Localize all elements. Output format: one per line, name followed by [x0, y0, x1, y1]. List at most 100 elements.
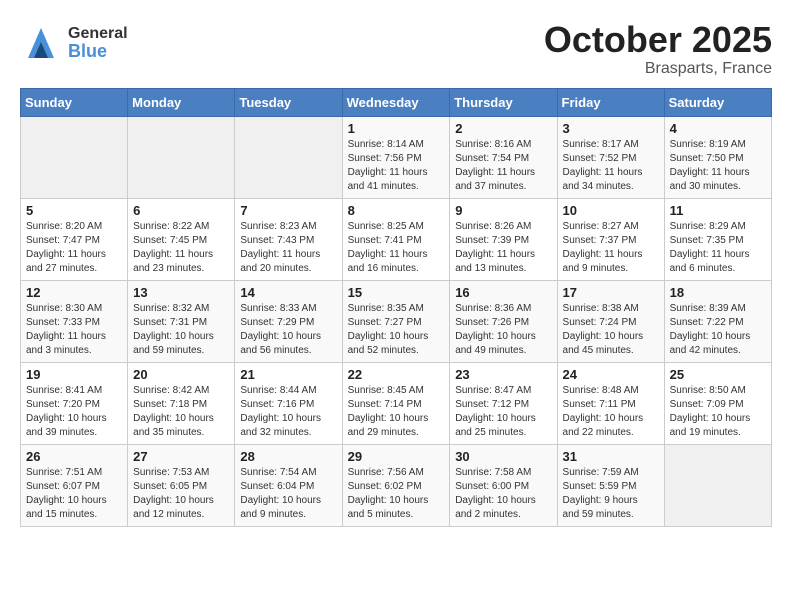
calendar-cell: 18 Sunrise: 8:39 AM Sunset: 7:22 PM Dayli…	[664, 280, 771, 362]
calendar-cell: 20Sunrise: 8:42 AM Sunset: 7:18 PM Dayli…	[128, 362, 235, 444]
calendar-week-row: 12 Sunrise: 8:30 AM Sunset: 7:33 PM Dayli…	[21, 280, 772, 362]
calendar-cell: 15 Sunrise: 8:35 AM Sunset: 7:27 PM Dayli…	[342, 280, 450, 362]
day-number: 24	[563, 367, 659, 382]
day-info: Sunrise: 8:26 AM Sunset: 7:39 PM Dayligh…	[455, 220, 551, 276]
calendar-cell: 8Sunrise: 8:25 AM Sunset: 7:41 PM Daylig…	[342, 198, 450, 280]
day-info: Sunrise: 8:16 AM Sunset: 7:54 PM Dayligh…	[455, 138, 551, 194]
calendar-week-row: 5 Sunrise: 8:20 AM Sunset: 7:47 PM Daylig…	[21, 198, 772, 280]
calendar-cell: 23Sunrise: 8:47 AM Sunset: 7:12 PM Dayli…	[450, 362, 557, 444]
day-info: Sunrise: 8:29 AM Sunset: 7:35 PM Dayligh…	[670, 220, 766, 276]
day-info: Sunrise: 8:33 AM Sunset: 7:29 PM Dayligh…	[240, 302, 336, 358]
calendar-cell: 12 Sunrise: 8:30 AM Sunset: 7:33 PM Dayli…	[21, 280, 128, 362]
calendar-cell: 29 Sunrise: 7:56 AM Sunset: 6:02 PM Dayli…	[342, 444, 450, 526]
day-info: Sunrise: 7:51 AM Sunset: 6:07 PM Dayligh…	[26, 466, 122, 522]
calendar-cell: 6Sunrise: 8:22 AM Sunset: 7:45 PM Daylig…	[128, 198, 235, 280]
day-info: Sunrise: 8:45 AM Sunset: 7:14 PM Dayligh…	[348, 384, 445, 440]
calendar-cell	[21, 116, 128, 198]
title-block: October 2025 Brasparts, France	[544, 20, 772, 78]
weekday-header: Monday	[128, 88, 235, 116]
day-number: 1	[348, 121, 445, 136]
day-number: 7	[240, 203, 336, 218]
calendar-cell: 24 Sunrise: 8:48 AM Sunset: 7:11 PM Dayli…	[557, 362, 664, 444]
logo-blue: Blue	[68, 42, 128, 60]
day-info: Sunrise: 8:27 AM Sunset: 7:37 PM Dayligh…	[563, 220, 659, 276]
day-number: 25	[670, 367, 766, 382]
day-number: 13	[133, 285, 229, 300]
calendar-cell: 16Sunrise: 8:36 AM Sunset: 7:26 PM Dayli…	[450, 280, 557, 362]
calendar-cell: 17Sunrise: 8:38 AM Sunset: 7:24 PM Dayli…	[557, 280, 664, 362]
logo: General Blue	[20, 20, 128, 65]
day-number: 14	[240, 285, 336, 300]
calendar-week-row: 26 Sunrise: 7:51 AM Sunset: 6:07 PM Dayli…	[21, 444, 772, 526]
day-number: 16	[455, 285, 551, 300]
month-title: October 2025	[544, 20, 772, 60]
day-info: Sunrise: 8:41 AM Sunset: 7:20 PM Dayligh…	[26, 384, 122, 440]
calendar-cell: 25 Sunrise: 8:50 AM Sunset: 7:09 PM Dayli…	[664, 362, 771, 444]
calendar-cell: 4 Sunrise: 8:19 AM Sunset: 7:50 PM Daylig…	[664, 116, 771, 198]
day-info: Sunrise: 8:47 AM Sunset: 7:12 PM Dayligh…	[455, 384, 551, 440]
calendar-cell: 27Sunrise: 7:53 AM Sunset: 6:05 PM Dayli…	[128, 444, 235, 526]
calendar-cell: 31 Sunrise: 7:59 AM Sunset: 5:59 PM Dayli…	[557, 444, 664, 526]
calendar-cell: 30Sunrise: 7:58 AM Sunset: 6:00 PM Dayli…	[450, 444, 557, 526]
day-number: 29	[348, 449, 445, 464]
day-number: 2	[455, 121, 551, 136]
day-number: 19	[26, 367, 122, 382]
logo-icon	[20, 20, 62, 65]
day-number: 28	[240, 449, 336, 464]
day-number: 20	[133, 367, 229, 382]
day-number: 10	[563, 203, 659, 218]
day-number: 8	[348, 203, 445, 218]
calendar-cell: 11 Sunrise: 8:29 AM Sunset: 7:35 PM Dayli…	[664, 198, 771, 280]
day-number: 11	[670, 203, 766, 218]
calendar-cell: 22 Sunrise: 8:45 AM Sunset: 7:14 PM Dayli…	[342, 362, 450, 444]
day-number: 15	[348, 285, 445, 300]
day-info: Sunrise: 7:56 AM Sunset: 6:02 PM Dayligh…	[348, 466, 445, 522]
day-number: 18	[670, 285, 766, 300]
calendar-cell: 5 Sunrise: 8:20 AM Sunset: 7:47 PM Daylig…	[21, 198, 128, 280]
day-info: Sunrise: 7:59 AM Sunset: 5:59 PM Dayligh…	[563, 466, 659, 522]
calendar-cell: 1 Sunrise: 8:14 AM Sunset: 7:56 PM Daylig…	[342, 116, 450, 198]
weekday-header: Wednesday	[342, 88, 450, 116]
day-info: Sunrise: 8:22 AM Sunset: 7:45 PM Dayligh…	[133, 220, 229, 276]
calendar-week-row: 1 Sunrise: 8:14 AM Sunset: 7:56 PM Daylig…	[21, 116, 772, 198]
calendar-cell	[128, 116, 235, 198]
weekday-header: Friday	[557, 88, 664, 116]
day-number: 26	[26, 449, 122, 464]
day-info: Sunrise: 8:39 AM Sunset: 7:22 PM Dayligh…	[670, 302, 766, 358]
day-info: Sunrise: 8:30 AM Sunset: 7:33 PM Dayligh…	[26, 302, 122, 358]
day-info: Sunrise: 8:14 AM Sunset: 7:56 PM Dayligh…	[348, 138, 445, 194]
calendar-cell: 28Sunrise: 7:54 AM Sunset: 6:04 PM Dayli…	[235, 444, 342, 526]
day-number: 9	[455, 203, 551, 218]
calendar-cell	[235, 116, 342, 198]
calendar-cell: 9 Sunrise: 8:26 AM Sunset: 7:39 PM Daylig…	[450, 198, 557, 280]
calendar-cell: 19 Sunrise: 8:41 AM Sunset: 7:20 PM Dayli…	[21, 362, 128, 444]
calendar-cell: 13Sunrise: 8:32 AM Sunset: 7:31 PM Dayli…	[128, 280, 235, 362]
day-info: Sunrise: 8:44 AM Sunset: 7:16 PM Dayligh…	[240, 384, 336, 440]
weekday-header: Thursday	[450, 88, 557, 116]
logo-general: General	[68, 26, 128, 42]
day-info: Sunrise: 8:50 AM Sunset: 7:09 PM Dayligh…	[670, 384, 766, 440]
calendar-cell	[664, 444, 771, 526]
weekday-header: Tuesday	[235, 88, 342, 116]
day-number: 12	[26, 285, 122, 300]
day-number: 17	[563, 285, 659, 300]
weekday-header-row: SundayMondayTuesdayWednesdayThursdayFrid…	[21, 88, 772, 116]
calendar-cell: 10 Sunrise: 8:27 AM Sunset: 7:37 PM Dayli…	[557, 198, 664, 280]
calendar-cell: 14 Sunrise: 8:33 AM Sunset: 7:29 PM Dayli…	[235, 280, 342, 362]
calendar-cell: 21 Sunrise: 8:44 AM Sunset: 7:16 PM Dayli…	[235, 362, 342, 444]
day-info: Sunrise: 8:35 AM Sunset: 7:27 PM Dayligh…	[348, 302, 445, 358]
day-number: 5	[26, 203, 122, 218]
calendar-table: SundayMondayTuesdayWednesdayThursdayFrid…	[20, 88, 772, 527]
calendar-week-row: 19 Sunrise: 8:41 AM Sunset: 7:20 PM Dayli…	[21, 362, 772, 444]
calendar-cell: 3Sunrise: 8:17 AM Sunset: 7:52 PM Daylig…	[557, 116, 664, 198]
day-number: 21	[240, 367, 336, 382]
logo-text: General Blue	[68, 26, 128, 60]
day-number: 31	[563, 449, 659, 464]
day-number: 22	[348, 367, 445, 382]
day-info: Sunrise: 8:19 AM Sunset: 7:50 PM Dayligh…	[670, 138, 766, 194]
day-info: Sunrise: 8:20 AM Sunset: 7:47 PM Dayligh…	[26, 220, 122, 276]
day-number: 4	[670, 121, 766, 136]
day-info: Sunrise: 8:48 AM Sunset: 7:11 PM Dayligh…	[563, 384, 659, 440]
day-number: 3	[563, 121, 659, 136]
page-header: General Blue October 2025 Brasparts, Fra…	[20, 20, 772, 78]
